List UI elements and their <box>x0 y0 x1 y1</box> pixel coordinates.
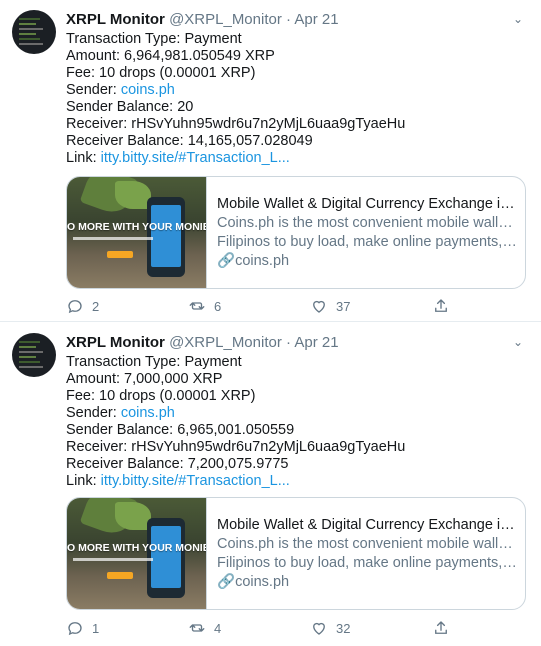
link-label: Link: <box>66 473 101 489</box>
author-name[interactable]: XRPL Monitor <box>66 11 165 28</box>
card-domain-text: coins.ph <box>235 574 290 590</box>
link-preview-card[interactable]: O MORE WITH YOUR MONIE Mobile Wallet & D… <box>66 176 526 289</box>
link-preview-card[interactable]: O MORE WITH YOUR MONIE Mobile Wallet & D… <box>66 497 526 610</box>
reply-icon <box>68 300 82 314</box>
card-image-promo-text: O MORE WITH YOUR MONIE <box>67 542 207 554</box>
card-title: Mobile Wallet & Digital Currency Exchang… <box>217 196 517 212</box>
share-button[interactable] <box>432 619 450 637</box>
retweet-icon <box>189 302 205 310</box>
sender-balance: Sender Balance: 20 <box>66 99 194 115</box>
tweet[interactable]: ⌄ XRPL Monitor @XRPL_Monitor · Apr 21 Tr… <box>0 0 541 322</box>
card-description: Coins.ph is the most convenient mobile w… <box>217 535 517 573</box>
card-image-promo-text: O MORE WITH YOUR MONIE <box>67 221 207 233</box>
card-domain-text: coins.ph <box>235 253 290 269</box>
transaction-link[interactable]: itty.bitty.site/#Transaction_L... <box>101 473 290 489</box>
author-handle[interactable]: @XRPL_Monitor <box>169 334 282 351</box>
author-handle[interactable]: @XRPL_Monitor <box>169 11 282 28</box>
reply-count: 1 <box>92 620 100 636</box>
tweet[interactable]: ⌄ XRPL Monitor @XRPL_Monitor · Apr 21 Tr… <box>0 323 541 646</box>
tweet-header: XRPL Monitor @XRPL_Monitor · Apr 21 <box>66 333 527 353</box>
sender-line: Sender: coins.ph <box>66 405 527 422</box>
sender-label: Sender: <box>66 82 121 98</box>
reply-button[interactable]: 2 <box>66 297 99 315</box>
card-description-line: Coins.ph is the most convenient mobile w… <box>217 215 517 231</box>
card-image: O MORE WITH YOUR MONIE <box>67 177 207 288</box>
heart-icon <box>313 622 325 635</box>
reply-icon <box>68 622 82 636</box>
card-domain: 🔗coins.ph <box>217 573 517 592</box>
like-count: 37 <box>336 298 351 314</box>
like-button[interactable]: 32 <box>310 619 350 637</box>
tweet-date[interactable]: · Apr 21 <box>286 11 339 28</box>
link-label: Link: <box>66 150 101 166</box>
receiver-balance: Receiver Balance: 14,165,057.028049 <box>66 133 313 149</box>
card-description-line: Filipinos to buy load, make online payme… <box>217 555 517 571</box>
like-button[interactable]: 37 <box>310 297 350 315</box>
fee: Fee: 10 drops (0.00001 XRP) <box>66 388 256 404</box>
card-description-line: Coins.ph is the most convenient mobile w… <box>217 536 517 552</box>
link-icon: 🔗 <box>217 574 236 590</box>
reply-count: 2 <box>92 298 100 314</box>
link-icon: 🔗 <box>217 253 236 269</box>
tweet-date[interactable]: · Apr 21 <box>286 334 339 351</box>
card-domain: 🔗coins.ph <box>217 252 517 271</box>
like-count: 32 <box>336 620 351 636</box>
retweet-button[interactable]: 6 <box>188 297 221 315</box>
receiver: Receiver: rHSvYuhn95wdr6u7n2yMjL6uaa9gTy… <box>66 116 406 132</box>
retweet-icon <box>189 624 205 632</box>
tweet-actions: 1 4 32 <box>66 619 527 639</box>
retweet-count: 4 <box>214 620 222 636</box>
avatar[interactable] <box>12 333 56 377</box>
sender-line: Sender: coins.ph <box>66 82 527 99</box>
share-button[interactable] <box>432 297 450 315</box>
link-line: Link: itty.bitty.site/#Transaction_L... <box>66 473 527 490</box>
tweet-actions: 2 6 37 <box>66 297 527 317</box>
transaction-link[interactable]: itty.bitty.site/#Transaction_L... <box>101 150 290 166</box>
transaction-type: Transaction Type: Payment <box>66 31 242 47</box>
fee: Fee: 10 drops (0.00001 XRP) <box>66 65 256 81</box>
tweet-header: XRPL Monitor @XRPL_Monitor · Apr 21 <box>66 10 527 30</box>
card-title: Mobile Wallet & Digital Currency Exchang… <box>217 517 517 533</box>
transaction-type: Transaction Type: Payment <box>66 354 242 370</box>
tweet-feed: ⌄ XRPL Monitor @XRPL_Monitor · Apr 21 Tr… <box>0 0 541 646</box>
tweet-text: Transaction Type: Payment Amount: 7,000,… <box>66 354 527 490</box>
share-icon <box>435 299 447 312</box>
card-description: Coins.ph is the most convenient mobile w… <box>217 214 517 252</box>
receiver: Receiver: rHSvYuhn95wdr6u7n2yMjL6uaa9gTy… <box>66 439 406 455</box>
receiver-balance: Receiver Balance: 7,200,075.9775 <box>66 456 289 472</box>
author-name[interactable]: XRPL Monitor <box>66 334 165 351</box>
reply-button[interactable]: 1 <box>66 619 99 637</box>
link-line: Link: itty.bitty.site/#Transaction_L... <box>66 150 527 167</box>
card-image: O MORE WITH YOUR MONIE <box>67 498 207 609</box>
sender-link[interactable]: coins.ph <box>121 82 175 98</box>
avatar[interactable] <box>12 10 56 54</box>
retweet-button[interactable]: 4 <box>188 619 221 637</box>
amount: Amount: 7,000,000 XRP <box>66 371 223 387</box>
card-description-line: Filipinos to buy load, make online payme… <box>217 234 517 250</box>
sender-link[interactable]: coins.ph <box>121 405 175 421</box>
retweet-count: 6 <box>214 298 222 314</box>
sender-label: Sender: <box>66 405 121 421</box>
amount: Amount: 6,964,981.050549 XRP <box>66 48 275 64</box>
share-icon <box>435 621 447 634</box>
sender-balance: Sender Balance: 6,965,001.050559 <box>66 422 295 438</box>
tweet-text: Transaction Type: Payment Amount: 6,964,… <box>66 31 527 167</box>
heart-icon <box>313 300 325 313</box>
